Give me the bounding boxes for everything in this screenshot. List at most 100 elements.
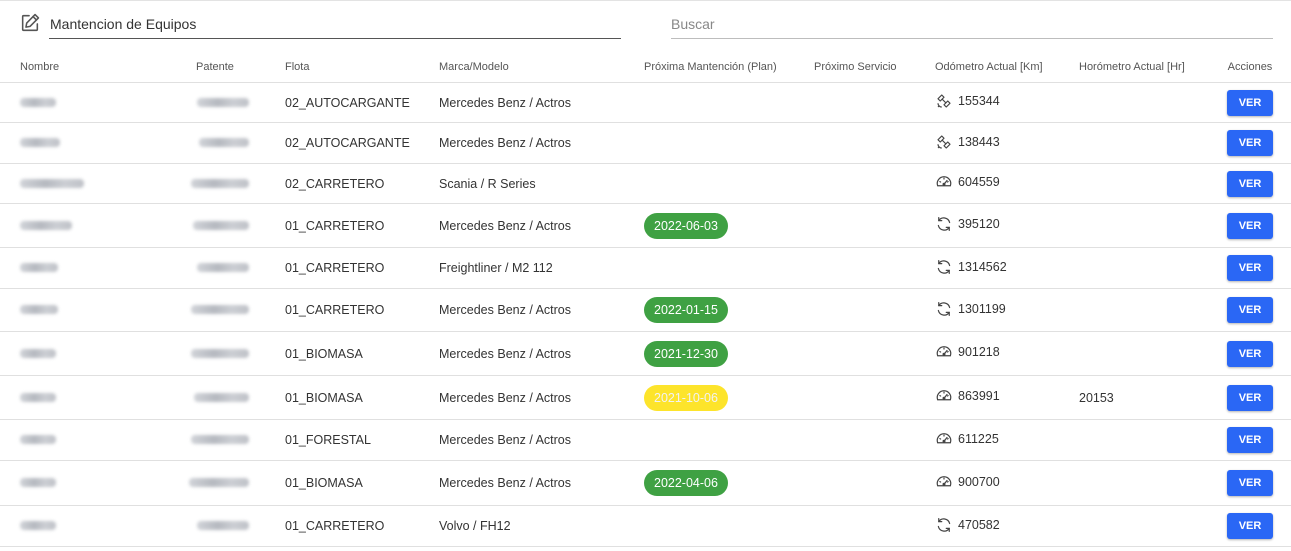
table-row[interactable]: 01_CARRETERO Mercedes Benz / Actros 2022-0… <box>0 203 1291 248</box>
table-row[interactable]: 01_CARRETERO Mercedes Benz / Actros 2022-0… <box>0 288 1291 332</box>
redacted-name <box>20 220 72 230</box>
table-row[interactable]: 01_BIOMASA Mercedes Benz / Actros 2022-04-… <box>0 460 1291 506</box>
odometro-cell: 138443 <box>935 122 1079 164</box>
flota-cell: 01_BIOMASA <box>285 331 439 376</box>
redacted-name <box>20 435 56 444</box>
marca-cell: Mercedes Benz / Actros <box>439 122 644 164</box>
odometro-value: 901218 <box>958 345 1000 359</box>
table-row[interactable]: 01_CARRETERO Freightliner / M2 112 1314562… <box>0 247 1291 289</box>
marca-cell: Mercedes Benz / Actros <box>439 419 644 461</box>
servicio-cell <box>814 288 935 332</box>
acciones-cell: VER <box>1209 163 1291 204</box>
speedometer-icon <box>935 473 953 491</box>
ver-button[interactable]: VER <box>1227 384 1273 411</box>
col-odometro[interactable]: Odómetro Actual [Km] <box>935 51 1079 83</box>
table-row[interactable]: 02_AUTOCARGANTE Mercedes Benz / Actros 138… <box>0 122 1291 164</box>
plan-date-badge: 2022-01-15 <box>644 297 728 323</box>
page-header: Mantencion de Equipos <box>0 0 1291 45</box>
col-nombre[interactable]: Nombre <box>0 51 163 83</box>
col-horometro[interactable]: Horómetro Actual [Hr] <box>1079 51 1209 83</box>
flota-cell: 01_FORESTAL <box>285 419 439 461</box>
table-row[interactable]: 02_CARRETERO Scania / R Series 604559 VER <box>0 163 1291 204</box>
marca-cell: Mercedes Benz / Actros <box>439 288 644 332</box>
horometro-cell <box>1079 331 1209 376</box>
search-input[interactable] <box>671 14 1273 34</box>
ver-button[interactable]: VER <box>1227 427 1273 453</box>
table-row[interactable]: 01_FORESTAL Mercedes Benz / Actros 611225 V… <box>0 419 1291 461</box>
servicio-cell <box>814 331 935 376</box>
sync-icon <box>935 516 953 534</box>
patente-cell <box>163 505 285 547</box>
patente-cell <box>163 203 285 248</box>
ver-button[interactable]: VER <box>1227 470 1273 496</box>
horometro-cell <box>1079 288 1209 332</box>
odometro-cell: 863991 <box>935 375 1079 420</box>
title-field[interactable]: Mantencion de Equipos <box>49 9 621 39</box>
horometro-cell <box>1079 247 1209 289</box>
search-field[interactable] <box>671 9 1273 39</box>
edit-icon[interactable] <box>19 12 41 34</box>
table-row[interactable]: 01_CARRETERO Volvo / FH12 470582 VER <box>0 505 1291 547</box>
odometro-value: 138443 <box>958 134 1000 149</box>
odometro-cell: 900700 <box>935 460 1079 506</box>
flota-cell: 01_CARRETERO <box>285 288 439 332</box>
flota-cell: 02_AUTOCARGANTE <box>285 82 439 123</box>
table-row[interactable]: 02_AUTOCARGANTE Mercedes Benz / Actros 155… <box>0 82 1291 123</box>
ver-button[interactable]: VER <box>1227 297 1273 323</box>
plan-cell: 2022-01-15 <box>644 288 814 332</box>
redacted-plate <box>191 348 249 358</box>
nombre-cell <box>0 288 163 332</box>
ver-button[interactable]: VER <box>1227 513 1273 539</box>
odometro-value: 611225 <box>958 431 999 446</box>
col-flota[interactable]: Flota <box>285 51 439 83</box>
flota-cell: 01_BIOMASA <box>285 460 439 506</box>
servicio-cell <box>814 419 935 461</box>
acciones-cell: VER <box>1209 203 1291 248</box>
equipment-table: Nombre Patente Flota Marca/Modelo Próxim… <box>0 51 1291 547</box>
flota-cell: 02_AUTOCARGANTE <box>285 122 439 164</box>
col-patente[interactable]: Patente <box>163 51 285 83</box>
acciones-cell: VER <box>1209 460 1291 506</box>
col-marca[interactable]: Marca/Modelo <box>439 51 644 83</box>
flota-cell: 01_CARRETERO <box>285 203 439 248</box>
acciones-cell: VER <box>1209 247 1291 289</box>
horometro-cell: 20153 <box>1079 375 1209 420</box>
table-row[interactable]: 01_BIOMASA Mercedes Benz / Actros 2021-12-… <box>0 331 1291 376</box>
redacted-name <box>20 521 56 530</box>
redacted-name <box>20 138 60 147</box>
plan-cell <box>644 247 814 289</box>
redacted-plate <box>194 392 249 402</box>
marca-cell: Mercedes Benz / Actros <box>439 375 644 420</box>
ver-button[interactable]: VER <box>1227 340 1273 367</box>
flota-cell: 01_BIOMASA <box>285 375 439 420</box>
plan-cell: 2022-04-06 <box>644 460 814 506</box>
servicio-cell <box>814 163 935 204</box>
plan-cell <box>644 505 814 547</box>
patente-cell <box>163 375 285 420</box>
ver-button[interactable]: VER <box>1227 130 1273 156</box>
servicio-cell <box>814 122 935 164</box>
redacted-plate <box>197 97 249 107</box>
odometro-cell: 1314562 <box>935 247 1079 289</box>
ver-button[interactable]: VER <box>1227 212 1273 239</box>
col-proxima-mantencion[interactable]: Próxima Mantención (Plan) <box>644 51 814 83</box>
col-acciones: Acciones <box>1209 51 1291 83</box>
ver-button[interactable]: VER <box>1227 170 1273 197</box>
patente-cell <box>163 247 285 289</box>
servicio-cell <box>814 247 935 289</box>
patente-cell <box>163 82 285 123</box>
plan-date-badge: 2021-10-06 <box>644 384 728 411</box>
marca-cell: Mercedes Benz / Actros <box>439 82 644 123</box>
ver-button[interactable]: VER <box>1227 255 1273 281</box>
redacted-name <box>20 348 56 358</box>
nombre-cell <box>0 247 163 289</box>
col-proximo-servicio[interactable]: Próximo Servicio <box>814 51 935 83</box>
redacted-name <box>20 263 58 272</box>
plan-date-badge: 2022-04-06 <box>644 470 728 496</box>
ver-button[interactable]: VER <box>1227 89 1273 116</box>
plan-cell <box>644 419 814 461</box>
acciones-cell: VER <box>1209 122 1291 164</box>
page-title: Mantencion de Equipos <box>50 16 197 32</box>
table-row[interactable]: 01_BIOMASA Mercedes Benz / Actros 2021-10-… <box>0 375 1291 420</box>
acciones-cell: VER <box>1209 505 1291 547</box>
